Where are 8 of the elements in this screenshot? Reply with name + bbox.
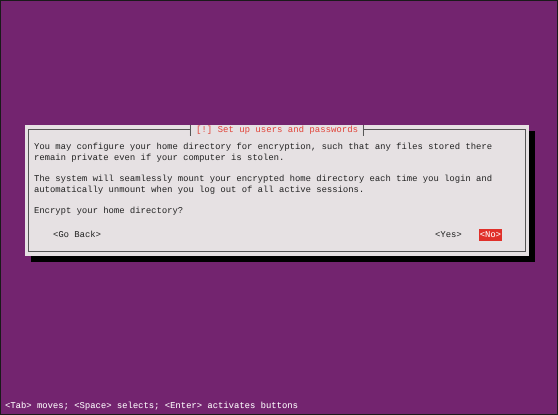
dialog-button[interactable]: <Go Back> [52, 229, 102, 241]
dialog-button[interactable]: <No> [478, 229, 502, 241]
dialog-button[interactable]: <Yes> [434, 229, 463, 241]
dialog-title: [!] Set up users and passwords [190, 125, 364, 136]
help-line: <Tab> moves; <Space> selects; <Enter> activates buttons [4, 401, 298, 413]
dialog-text: The system will seamlessly mount your encrypted home directory each time you login and automatically unmount when you log out of all active sessions. [34, 174, 492, 196]
dialog-text: You may configure your home directory for encryption, such that any files stored there remain private even if your computer is stolen. [34, 142, 492, 164]
dialog-text: Encrypt your home directory? [34, 206, 184, 217]
